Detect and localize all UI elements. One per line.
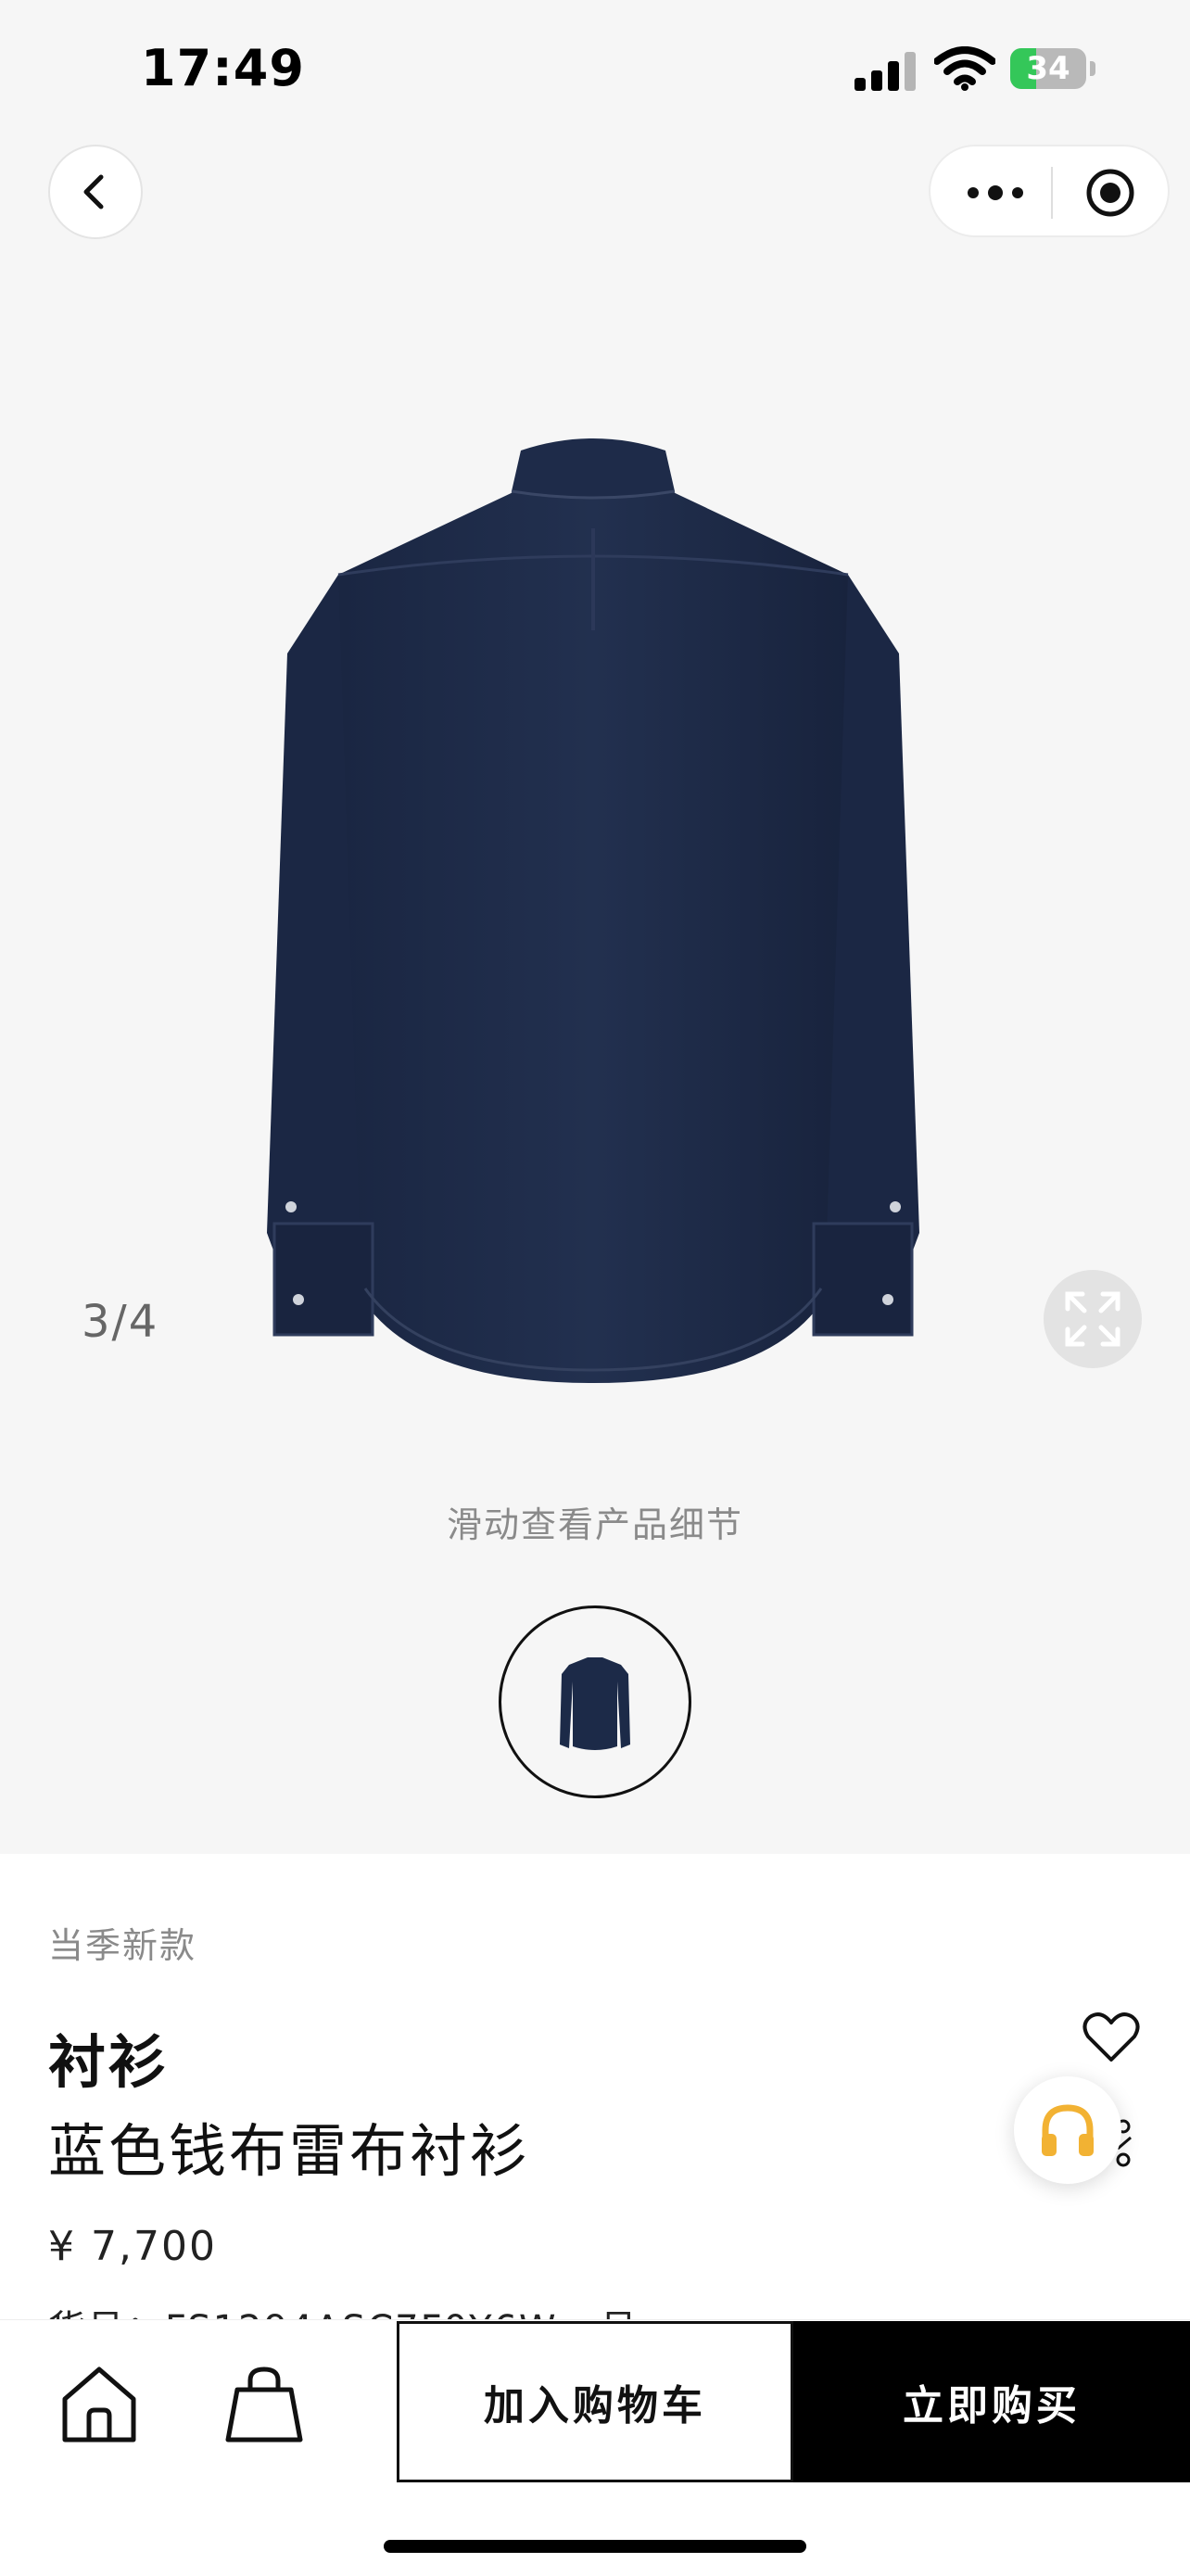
miniapp-capsule <box>929 145 1170 237</box>
headset-icon <box>1042 2104 1094 2156</box>
home-indicator <box>384 2540 806 2553</box>
signal-icon <box>855 50 919 91</box>
thumbnail-selected[interactable] <box>499 1605 691 1798</box>
bag-icon[interactable] <box>222 2362 306 2445</box>
customer-service-button[interactable] <box>1014 2076 1121 2184</box>
image-counter: 3/4 <box>82 1296 159 1348</box>
battery-indicator: 34 <box>1010 48 1095 89</box>
swipe-hint: 滑动查看产品细节 <box>446 1504 743 1545</box>
product-name: 蓝色钱布雷布衬衫 <box>48 2117 531 2185</box>
battery-level: 34 <box>1026 50 1070 87</box>
add-to-cart-button[interactable]: 加入购物车 <box>397 2321 793 2482</box>
buy-now-button[interactable]: 立即购买 <box>793 2321 1190 2482</box>
home-icon[interactable] <box>57 2362 141 2445</box>
fullscreen-button[interactable] <box>1044 1270 1142 1368</box>
heart-icon[interactable] <box>1082 2011 1140 2063</box>
capsule-divider <box>1051 167 1053 219</box>
product-image[interactable] <box>250 426 936 1390</box>
target-icon[interactable] <box>1084 167 1136 219</box>
status-time: 17:49 <box>141 39 305 97</box>
product-price: ¥ 7,700 <box>48 2223 217 2270</box>
product-category: 衬衫 <box>48 2028 170 2096</box>
chevron-left-icon <box>83 174 104 209</box>
back-button[interactable] <box>48 145 143 239</box>
season-tag: 当季新款 <box>48 1925 197 1966</box>
wifi-icon <box>934 46 995 91</box>
more-dots-icon[interactable] <box>966 180 1025 206</box>
expand-icon <box>1065 1291 1120 1347</box>
thumbnail-image <box>560 1657 630 1750</box>
